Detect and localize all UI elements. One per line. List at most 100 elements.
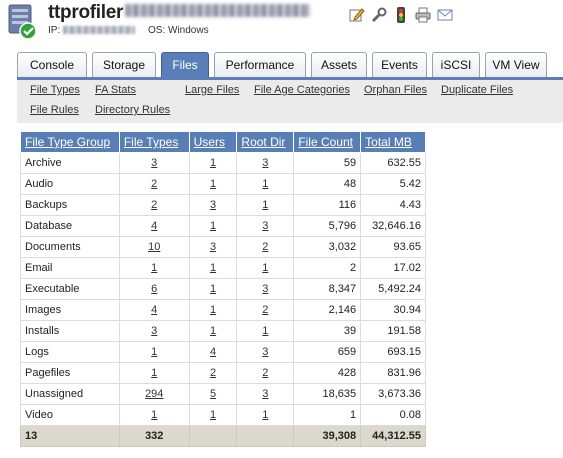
file-types-link[interactable]: 10 [148, 241, 160, 253]
users-link[interactable]: 1 [210, 325, 216, 337]
edit-icon[interactable] [348, 6, 366, 24]
root-dir-link[interactable]: 1 [262, 199, 268, 211]
tab-assets[interactable]: Assets [311, 52, 367, 77]
users-link[interactable]: 5 [210, 388, 216, 400]
tab-console[interactable]: Console [17, 52, 87, 77]
table-row: Email 1 1 1 2 17.02 [20, 257, 426, 279]
file-types-link[interactable]: 3 [151, 157, 157, 169]
root-dir-link[interactable]: 3 [262, 283, 268, 295]
cell-file-count: 18,635 [293, 383, 362, 405]
ip-address: IP: [48, 25, 136, 36]
cell-total-mb: 32,646.16 [360, 215, 426, 237]
tab-events[interactable]: Events [372, 52, 427, 77]
cell-users: 1 [188, 404, 238, 426]
printer-icon[interactable] [414, 6, 432, 24]
cell-root-dir: 3 [236, 152, 295, 174]
tab-performance[interactable]: Performance [214, 52, 306, 77]
file-types-link[interactable]: 2 [151, 178, 157, 190]
wrench-icon[interactable] [370, 6, 388, 24]
cell-file-types: 2 [118, 194, 190, 216]
cell-users: 1 [188, 215, 238, 237]
cell-file-count: 116 [293, 194, 362, 216]
link-directory-rules[interactable]: Directory Rules [95, 104, 170, 116]
cell-file-count: 5,796 [293, 215, 362, 237]
col-header-file-type-group[interactable]: File Type Group [20, 131, 120, 153]
link-file-types[interactable]: File Types [30, 84, 80, 96]
link-fa-stats[interactable]: FA Stats [95, 84, 136, 96]
root-dir-link[interactable]: 3 [262, 388, 268, 400]
root-dir-link[interactable]: 1 [262, 178, 268, 190]
link-large-files[interactable]: Large Files [185, 84, 239, 96]
cell-users: 1 [188, 257, 238, 279]
root-dir-link[interactable]: 1 [262, 409, 268, 421]
users-link[interactable]: 4 [210, 346, 216, 358]
cell-file-type-group: Images [20, 299, 120, 321]
cell-file-count: 1 [293, 404, 362, 426]
col-header-root-dir[interactable]: Root Dir [236, 131, 295, 153]
link-orphan-files[interactable]: Orphan Files [364, 84, 427, 96]
link-duplicate-files[interactable]: Duplicate Files [441, 84, 513, 96]
file-types-link[interactable]: 1 [151, 262, 157, 274]
col-header-file-types[interactable]: File Types [118, 131, 190, 153]
users-link[interactable]: 1 [210, 283, 216, 295]
root-dir-link[interactable]: 2 [262, 304, 268, 316]
cell-users: 1 [188, 152, 238, 174]
cell-file-type-group: Executable [20, 278, 120, 300]
tab-iscsi[interactable]: iSCSI [432, 52, 480, 77]
cell-file-types: 3 [118, 320, 190, 342]
page-title: ttprofiler [48, 2, 311, 24]
col-header-file-count[interactable]: File Count [293, 131, 362, 153]
cell-file-type-group: Audio [20, 173, 120, 195]
file-types-link[interactable]: 294 [145, 388, 163, 400]
users-link[interactable]: 3 [210, 199, 216, 211]
cell-users: 2 [188, 362, 238, 384]
file-types-link[interactable]: 4 [151, 220, 157, 232]
cell-file-type-group: Documents [20, 236, 120, 258]
users-link[interactable]: 1 [210, 262, 216, 274]
users-link[interactable]: 2 [210, 367, 216, 379]
users-link[interactable]: 1 [210, 304, 216, 316]
link-file-age-categories[interactable]: File Age Categories [254, 84, 350, 96]
root-dir-link[interactable]: 1 [262, 325, 268, 337]
total-file-types: 332 [118, 425, 190, 447]
tab-storage[interactable]: Storage [92, 52, 156, 77]
cell-file-types: 3 [118, 152, 190, 174]
table-row: Executable 6 1 3 8,347 5,492.24 [20, 278, 426, 300]
cell-file-types: 1 [118, 257, 190, 279]
root-dir-link[interactable]: 2 [262, 367, 268, 379]
cell-root-dir: 3 [236, 215, 295, 237]
users-link[interactable]: 1 [210, 157, 216, 169]
table-row: Images 4 1 2 2,146 30.94 [20, 299, 426, 321]
cell-file-count: 8,347 [293, 278, 362, 300]
root-dir-link[interactable]: 2 [262, 241, 268, 253]
file-types-link[interactable]: 2 [151, 199, 157, 211]
file-type-table: File Type Group File Types Users Root Di… [20, 131, 426, 447]
traffic-light-icon[interactable] [392, 6, 410, 24]
root-dir-link[interactable]: 1 [262, 262, 268, 274]
users-link[interactable]: 1 [210, 178, 216, 190]
tab-files[interactable]: Files [161, 52, 209, 77]
root-dir-link[interactable]: 3 [262, 346, 268, 358]
col-header-total-mb[interactable]: Total MB [360, 131, 426, 153]
users-link[interactable]: 1 [210, 220, 216, 232]
root-dir-link[interactable]: 3 [262, 220, 268, 232]
table-row: Documents 10 3 2 3,032 93.65 [20, 236, 426, 258]
file-types-link[interactable]: 6 [151, 283, 157, 295]
email-icon[interactable] [436, 6, 454, 24]
cell-file-count: 3,032 [293, 236, 362, 258]
file-types-link[interactable]: 1 [151, 409, 157, 421]
root-dir-link[interactable]: 3 [262, 157, 268, 169]
file-types-link[interactable]: 1 [151, 346, 157, 358]
file-types-link[interactable]: 1 [151, 367, 157, 379]
link-file-rules[interactable]: File Rules [30, 104, 79, 116]
tab-vm-view[interactable]: VM View [485, 52, 547, 77]
header: ttprofiler IP: OS: Windows [0, 0, 563, 44]
cell-file-types: 4 [118, 299, 190, 321]
cell-root-dir: 3 [236, 383, 295, 405]
col-header-users[interactable]: Users [188, 131, 238, 153]
file-types-link[interactable]: 4 [151, 304, 157, 316]
users-link[interactable]: 3 [210, 241, 216, 253]
users-link[interactable]: 1 [210, 409, 216, 421]
cell-root-dir: 3 [236, 341, 295, 363]
file-types-link[interactable]: 3 [151, 325, 157, 337]
